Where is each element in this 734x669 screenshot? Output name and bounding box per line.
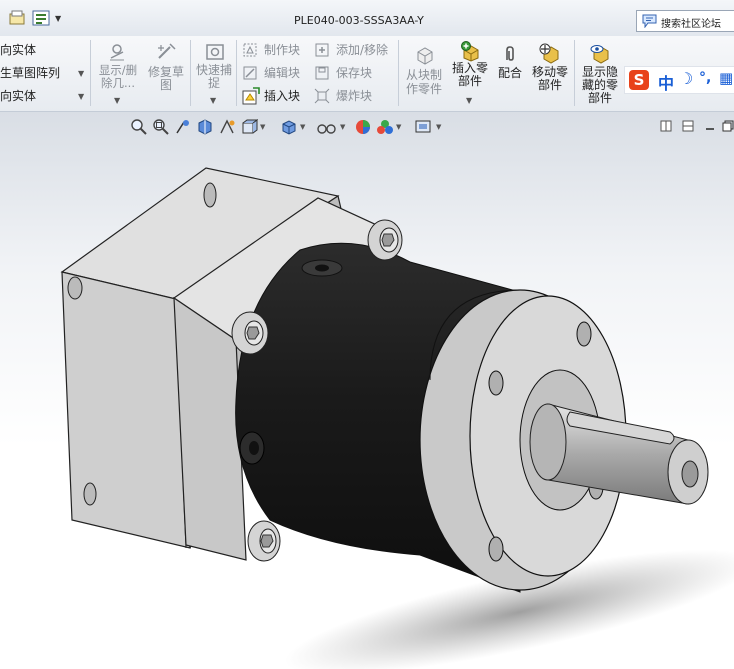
make-part-from-block-icon[interactable]: [414, 44, 436, 66]
ime-width-toggle-icon[interactable]: ☽: [679, 69, 693, 88]
cap-screw[interactable]: [367, 219, 403, 261]
chevron-down-icon[interactable]: ▼: [114, 96, 120, 105]
search-placeholder: 搜索社区论坛: [661, 19, 721, 30]
chat-bubble-icon: [642, 14, 657, 28]
ribbon-separator: [574, 40, 575, 106]
insert-components-button[interactable]: 插入零部件: [450, 62, 490, 88]
ime-language-toggle[interactable]: 中: [658, 70, 674, 94]
repair-sketch-button[interactable]: 修复草图: [144, 66, 188, 92]
ribbon-item-sketch-pattern[interactable]: 生草图阵列: [0, 66, 60, 80]
chevron-down-icon[interactable]: ▼: [78, 69, 84, 78]
repair-sketch-icon[interactable]: [156, 42, 178, 62]
ribbon-item-to-solid-1[interactable]: 向实体: [0, 43, 36, 57]
quick-snap-button[interactable]: 快速捕捉: [194, 64, 234, 90]
save-block-icon[interactable]: [314, 65, 330, 81]
insert-components-icon[interactable]: [458, 40, 482, 62]
quick-access-dropdown-icon[interactable]: ▼: [55, 14, 61, 23]
explode-block-button[interactable]: 爆炸块: [336, 89, 372, 103]
cap-screw[interactable]: [231, 311, 269, 355]
ribbon-item-to-solid-2[interactable]: 向实体: [0, 89, 36, 103]
show-hidden-components-icon[interactable]: [588, 42, 612, 64]
ribbon-separator: [236, 40, 237, 106]
move-component-icon[interactable]: [538, 42, 562, 64]
cap-screw[interactable]: [247, 520, 281, 562]
gearbox-3d-model[interactable]: [0, 112, 734, 669]
make-block-icon[interactable]: [242, 42, 258, 58]
insert-block-icon[interactable]: [242, 87, 260, 105]
add-remove-block-button[interactable]: 添加/移除: [336, 43, 388, 57]
ribbon-separator: [190, 40, 191, 106]
paperclip-mate-icon[interactable]: [500, 44, 520, 64]
chevron-down-icon[interactable]: ▼: [210, 96, 216, 105]
edit-block-icon[interactable]: [242, 65, 258, 81]
title-bar: ▼ PLE040-003-SSSA3AA-Y 搜索社区论坛: [0, 0, 734, 37]
insert-block-button[interactable]: 插入块: [264, 89, 300, 103]
display-delete-relations-icon[interactable]: [106, 42, 128, 62]
show-hidden-components-button[interactable]: 显示隐藏的零部件: [578, 66, 622, 105]
quick-snap-icon[interactable]: [204, 42, 226, 62]
edit-block-button[interactable]: 编辑块: [264, 66, 300, 80]
chevron-down-icon[interactable]: ▼: [466, 96, 472, 105]
sogou-logo-icon[interactable]: S: [629, 70, 649, 90]
options-icon[interactable]: [8, 10, 26, 26]
move-component-button[interactable]: 移动零部件: [530, 66, 570, 92]
ime-keyboard-icon[interactable]: ▦: [719, 69, 733, 87]
ime-punctuation-toggle[interactable]: °,: [699, 70, 711, 86]
ime-toolbar[interactable]: S 中 ☽ °, ▦: [624, 66, 734, 94]
mate-button[interactable]: 配合: [498, 66, 522, 80]
explode-block-icon[interactable]: [314, 88, 330, 104]
make-part-from-block-button[interactable]: 从块制作零件: [404, 68, 444, 96]
ribbon-separator: [90, 40, 91, 106]
ribbon-separator: [398, 40, 399, 106]
make-block-button[interactable]: 制作块: [264, 43, 300, 57]
document-title: PLE040-003-SSSA3AA-Y: [294, 14, 424, 27]
graphics-viewport[interactable]: ▼ ▼ ▼ ▼ ▼: [0, 112, 734, 669]
chevron-down-icon[interactable]: ▼: [78, 92, 84, 101]
search-community-input[interactable]: 搜索社区论坛: [636, 10, 734, 32]
display-delete-relations-button[interactable]: 显示/删除几...: [96, 64, 140, 90]
save-block-button[interactable]: 保存块: [336, 66, 372, 80]
file-properties-icon[interactable]: [32, 10, 50, 26]
add-remove-block-icon[interactable]: [314, 42, 330, 58]
command-manager-ribbon: 向实体 生草图阵列 ▼ 向实体 ▼ 显示/删除几... ▼ 修复草图 快速捕捉 …: [0, 36, 734, 112]
